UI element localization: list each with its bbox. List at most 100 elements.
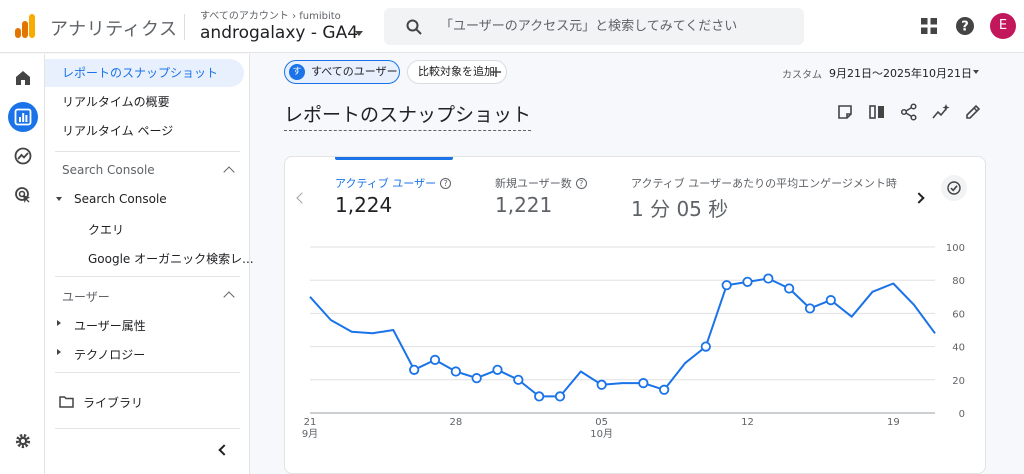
metric-tab-new-users[interactable]: 新規ユーザー数?	[495, 175, 587, 191]
x-tick-label: 05	[595, 417, 608, 428]
advertising-icon	[15, 187, 30, 203]
edit-pencil-icon[interactable]	[964, 103, 982, 121]
nav-group-demographics[interactable]: ユーザー属性	[74, 317, 146, 334]
collapse-section-icon[interactable]	[223, 291, 235, 303]
share-icon[interactable]	[900, 103, 918, 121]
data-point-marker	[742, 276, 753, 287]
y-tick-label: 100	[946, 243, 965, 254]
all-users-chip[interactable]: す すべてのユーザー	[284, 60, 400, 84]
data-point-marker	[784, 283, 795, 294]
data-point-marker	[659, 384, 670, 395]
home-icon	[16, 71, 30, 85]
active-metric-indicator	[335, 157, 453, 160]
data-point-marker	[554, 391, 566, 402]
help-icon[interactable]: ?	[440, 178, 452, 189]
metric-label: アクティブ ユーザー	[335, 177, 437, 190]
date-range-type[interactable]: カスタム	[782, 66, 822, 81]
metric-label: アクティブ ユーザーあたりの平均エンゲージメント時	[631, 177, 897, 190]
data-point-marker	[409, 364, 420, 375]
nav-group-technology[interactable]: テクノロジー	[74, 346, 145, 363]
add-comparison-chip[interactable]: 比較対象を追加	[407, 60, 507, 84]
advertising-button[interactable]	[8, 180, 38, 210]
apps-grid-icon[interactable]	[918, 15, 940, 37]
prev-metric-icon[interactable]	[296, 192, 308, 204]
insights-icon[interactable]	[932, 103, 950, 121]
avatar[interactable]: E	[990, 13, 1016, 39]
app-name: アナリティクス	[50, 19, 178, 40]
nav-divider	[55, 372, 240, 373]
y-tick-label: 0	[959, 409, 965, 420]
data-point-marker	[638, 378, 649, 389]
search-icon	[406, 19, 422, 35]
gear-icon	[15, 433, 31, 449]
expand-group-icon[interactable]	[57, 349, 61, 355]
data-point-marker	[492, 364, 503, 375]
nav-section-user[interactable]: ユーザー	[62, 288, 110, 305]
data-point-marker	[513, 374, 524, 385]
note-icon[interactable]	[836, 103, 854, 121]
bar-chart-icon	[14, 108, 32, 126]
metric-tab-active-users[interactable]: アクティブ ユーザー?	[335, 175, 452, 191]
active-users-line-chart: 0 20 40 60 80 100 219月 28 0510月 12 19	[302, 243, 965, 440]
metric-label: 新規ユーザー数	[495, 177, 572, 190]
home-button[interactable]	[8, 63, 38, 93]
data-point-marker	[429, 354, 441, 365]
nav-item-library[interactable]: ライブラリ	[83, 394, 143, 411]
help-icon[interactable]: ?	[575, 178, 587, 189]
nav-section-search-console[interactable]: Search Console	[62, 163, 155, 177]
account-breadcrumb[interactable]: すべてのアカウント › fumibito	[200, 7, 341, 22]
header-divider	[184, 14, 185, 40]
compare-view-icon[interactable]	[868, 103, 886, 121]
property-selector[interactable]: androgalaxy - GA4	[200, 23, 358, 43]
add-comparison-label: 比較対象を追加	[418, 65, 495, 78]
page-title[interactable]: レポートのスナップショット	[284, 100, 532, 131]
series-line	[309, 277, 936, 398]
next-metric-icon[interactable]	[913, 192, 925, 204]
expand-group-icon[interactable]	[56, 197, 62, 201]
svg-text:?: ?	[961, 20, 969, 35]
nav-divider	[55, 151, 240, 152]
all-users-label: すべてのユーザー	[311, 65, 398, 78]
x-tick-month-label: 10月	[590, 428, 613, 440]
check-circle-icon	[947, 181, 961, 195]
explore-button[interactable]	[8, 141, 38, 171]
metric-value: 1,221	[495, 193, 553, 217]
nav-divider	[55, 276, 240, 277]
search-input[interactable]	[440, 8, 790, 45]
explore-icon	[14, 147, 32, 165]
metric-value: 1 分 05 秒	[631, 197, 729, 221]
property-dropdown-icon[interactable]	[355, 31, 363, 36]
verified-badge-button[interactable]	[941, 175, 967, 201]
report-nav-panel: レポートのスナップショット リアルタイムの概要 リアルタイム ページ Searc…	[45, 54, 254, 474]
folder-icon	[59, 396, 74, 408]
analytics-logo-icon[interactable]	[14, 14, 36, 38]
metric-tab-engagement-time[interactable]: アクティブ ユーザーあたりの平均エンゲージメント時	[631, 175, 909, 191]
nav-item-google-organic[interactable]: Google オーガニック検索レ...	[88, 250, 254, 267]
help-icon[interactable]: ?	[954, 15, 976, 37]
admin-settings-button[interactable]	[8, 426, 38, 456]
y-tick-label: 60	[952, 309, 965, 320]
nav-group-search-console[interactable]: Search Console	[74, 192, 167, 206]
reports-button[interactable]	[8, 102, 38, 132]
nav-item-queries[interactable]: クエリ	[88, 221, 124, 238]
nav-item-realtime-pages[interactable]: リアルタイム ページ	[45, 117, 244, 145]
x-tick-label: 19	[887, 417, 900, 428]
nav-item-reports-snapshot[interactable]: レポートのスナップショット	[45, 59, 244, 87]
metric-value: 1,224	[335, 193, 393, 217]
data-point-marker	[450, 366, 461, 377]
collapse-section-icon[interactable]	[223, 166, 235, 178]
expand-group-icon[interactable]	[57, 320, 61, 326]
y-tick-label: 20	[952, 376, 965, 387]
plus-icon	[491, 67, 501, 77]
segment-badge: す	[289, 64, 305, 80]
date-range-selector[interactable]: 9月21日～2025年10月21日	[829, 65, 972, 81]
data-point-marker	[825, 295, 836, 306]
data-point-marker	[471, 373, 482, 384]
search-bar[interactable]	[384, 8, 804, 45]
nav-divider	[55, 428, 240, 429]
nav-item-realtime-overview[interactable]: リアルタイムの概要	[45, 88, 244, 116]
top-bar: アナリティクス すべてのアカウント › fumibito androgalaxy…	[0, 0, 1024, 53]
data-point-marker	[700, 341, 711, 352]
data-point-marker	[596, 379, 607, 390]
date-dropdown-icon[interactable]	[973, 70, 979, 74]
